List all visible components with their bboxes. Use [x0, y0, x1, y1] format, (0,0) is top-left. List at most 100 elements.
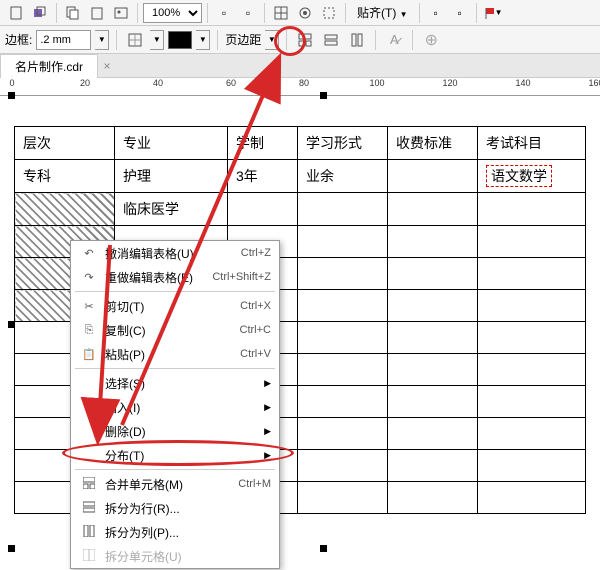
tab-close-btn[interactable]: × [98, 59, 116, 73]
split-row-icon [79, 501, 99, 516]
cell[interactable] [298, 322, 388, 354]
th-exam[interactable]: 考试科目 [478, 127, 586, 160]
cell[interactable] [298, 258, 388, 290]
th-form[interactable]: 学习形式 [298, 127, 388, 160]
zoom-select[interactable]: 100% [143, 3, 202, 23]
cell[interactable] [478, 322, 586, 354]
cell[interactable] [478, 354, 586, 386]
cell[interactable] [478, 482, 586, 514]
color-dropdown[interactable]: ▼ [196, 30, 210, 50]
cell[interactable] [388, 450, 478, 482]
menu-paste[interactable]: 📋 粘贴(P) Ctrl+V [71, 342, 279, 366]
tool-btn-3[interactable] [62, 2, 84, 24]
cell[interactable] [228, 193, 298, 226]
color-swatch[interactable] [168, 31, 192, 49]
cell[interactable] [298, 226, 388, 258]
tool-btn-6[interactable]: ▫ [213, 2, 235, 24]
menu-distribute[interactable]: 分布(T) ▶ [71, 443, 279, 467]
tool-btn-9[interactable] [294, 2, 316, 24]
paste-menu[interactable]: 贴齐(T) ▼ [351, 4, 414, 21]
tool-btn-13[interactable]: ▼ [482, 2, 504, 24]
th-level[interactable]: 层次 [15, 127, 115, 160]
tool-btn-10[interactable] [318, 2, 340, 24]
cell[interactable]: 业余 [298, 160, 388, 193]
cell[interactable]: 专科 [15, 160, 115, 193]
tool-btn-11[interactable]: ▫ [425, 2, 447, 24]
cell[interactable] [298, 450, 388, 482]
menu-merge-cells[interactable]: 合并单元格(M) Ctrl+M [71, 472, 279, 496]
sel-handle-bm[interactable] [320, 545, 327, 552]
cell[interactable] [388, 482, 478, 514]
ruler-tick-0: 0 [9, 78, 14, 88]
menu-insert[interactable]: 插入(I) ▶ [71, 395, 279, 419]
file-tab[interactable]: 名片制作.cdr [0, 54, 98, 78]
tool-btn-12[interactable]: ▫ [449, 2, 471, 24]
border-dropdown[interactable]: ▼ [150, 30, 164, 50]
cell[interactable] [478, 193, 586, 226]
cell[interactable] [478, 290, 586, 322]
cell[interactable] [298, 290, 388, 322]
ruler-tick-40: 40 [153, 78, 163, 88]
menu-split-row[interactable]: 拆分为行(R)... [71, 496, 279, 520]
cell[interactable] [298, 386, 388, 418]
tool-btn-2[interactable] [29, 2, 51, 24]
menu-shortcut: Ctrl+V [240, 348, 271, 360]
split-col-icon [79, 525, 99, 540]
cell[interactable] [388, 258, 478, 290]
cell[interactable] [298, 418, 388, 450]
sel-handle-tl[interactable] [8, 92, 15, 99]
split-col-btn[interactable] [346, 29, 368, 51]
cell[interactable]: 临床医学 [115, 193, 228, 226]
cell[interactable] [478, 450, 586, 482]
tool-btn-5[interactable] [110, 2, 132, 24]
cell[interactable] [478, 418, 586, 450]
cell[interactable]: 护理 [115, 160, 228, 193]
margin-dropdown[interactable]: ▼ [265, 30, 279, 50]
cell[interactable] [478, 226, 586, 258]
cell[interactable] [388, 386, 478, 418]
add-btn[interactable]: ⊕ [420, 29, 442, 51]
cell[interactable] [478, 386, 586, 418]
table-header-row: 层次 专业 学制 学习形式 收费标准 考试科目 [15, 127, 586, 160]
tool-btn-7[interactable]: ▫ [237, 2, 259, 24]
menu-delete[interactable]: 删除(D) ▶ [71, 419, 279, 443]
cell[interactable] [388, 354, 478, 386]
border-btn[interactable] [124, 29, 146, 51]
text-btn[interactable]: A̷ [383, 29, 405, 51]
cell-exam[interactable]: 语文数学 [478, 160, 586, 193]
tool-btn-8[interactable] [270, 2, 292, 24]
th-fee[interactable]: 收费标准 [388, 127, 478, 160]
cell[interactable]: 3年 [228, 160, 298, 193]
tool-btn-1[interactable] [5, 2, 27, 24]
tool-btn-4[interactable] [86, 2, 108, 24]
cell[interactable] [388, 418, 478, 450]
sel-handle-tm[interactable] [320, 92, 327, 99]
frame-label: 边框: [5, 31, 32, 48]
menu-cut[interactable]: ✂ 剪切(T) Ctrl+X [71, 294, 279, 318]
menu-split-col[interactable]: 拆分为列(P)... [71, 520, 279, 544]
ruler-tick-100: 100 [369, 78, 384, 88]
menu-copy[interactable]: ⎘ 复制(C) Ctrl+C [71, 318, 279, 342]
frame-width-input[interactable] [36, 30, 91, 50]
merge-cells-toolbar-btn[interactable] [294, 29, 316, 51]
sel-handle-bl[interactable] [8, 545, 15, 552]
cell[interactable] [298, 354, 388, 386]
cell[interactable] [478, 258, 586, 290]
cell[interactable] [388, 193, 478, 226]
cell[interactable] [388, 290, 478, 322]
split-row-btn[interactable] [320, 29, 342, 51]
sel-handle-ml[interactable] [8, 321, 15, 328]
cell[interactable] [388, 226, 478, 258]
cell-hatched[interactable] [15, 193, 115, 226]
th-major[interactable]: 专业 [115, 127, 228, 160]
menu-separator [75, 291, 275, 292]
cell[interactable] [298, 193, 388, 226]
cell[interactable] [388, 160, 478, 193]
menu-undo[interactable]: ↶ 撤消编辑表格(U) Ctrl+Z [71, 241, 279, 265]
menu-select[interactable]: 选择(S) ▶ [71, 371, 279, 395]
cell[interactable] [388, 322, 478, 354]
th-system[interactable]: 学制 [228, 127, 298, 160]
cell[interactable] [298, 482, 388, 514]
menu-redo[interactable]: ↷ 重做编辑表格(E) Ctrl+Shift+Z [71, 265, 279, 289]
frame-width-dropdown[interactable]: ▼ [95, 30, 109, 50]
